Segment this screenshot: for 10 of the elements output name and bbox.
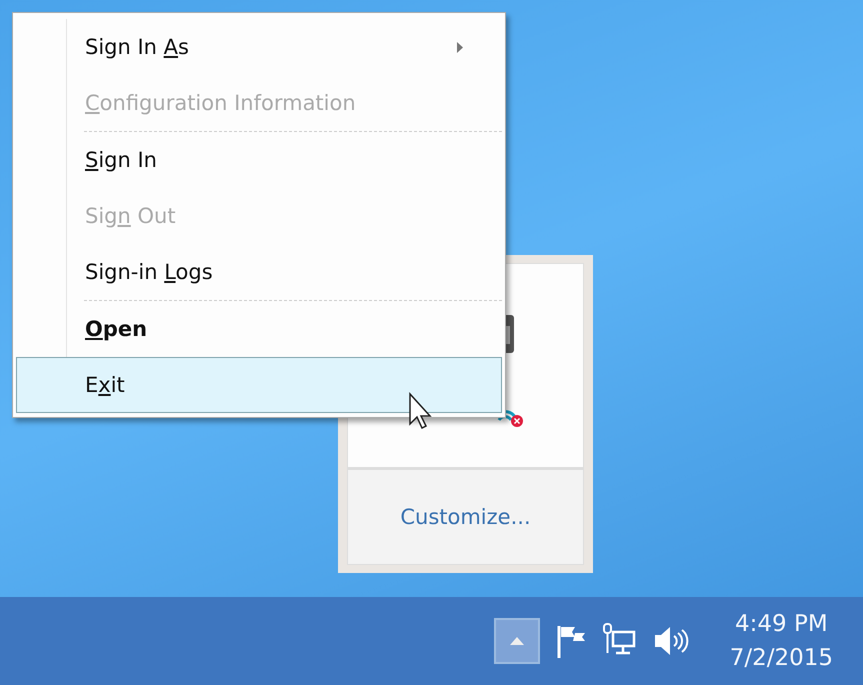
menu-item[interactable]: Open [16,301,502,357]
menu-item[interactable]: Sign In [16,132,502,188]
flag-icon[interactable] [556,624,586,658]
clock-date[interactable]: 7/2/2015 [730,645,833,671]
menu-item[interactable]: Sign-in Logs [16,244,502,300]
clock-time[interactable]: 4:49 PM [735,611,828,637]
up-arrow-icon [510,637,524,645]
customize-link[interactable]: Customize... [400,505,531,529]
menu-item[interactable]: Sign In As [16,19,502,75]
menu-item[interactable]: Exit [16,357,502,413]
